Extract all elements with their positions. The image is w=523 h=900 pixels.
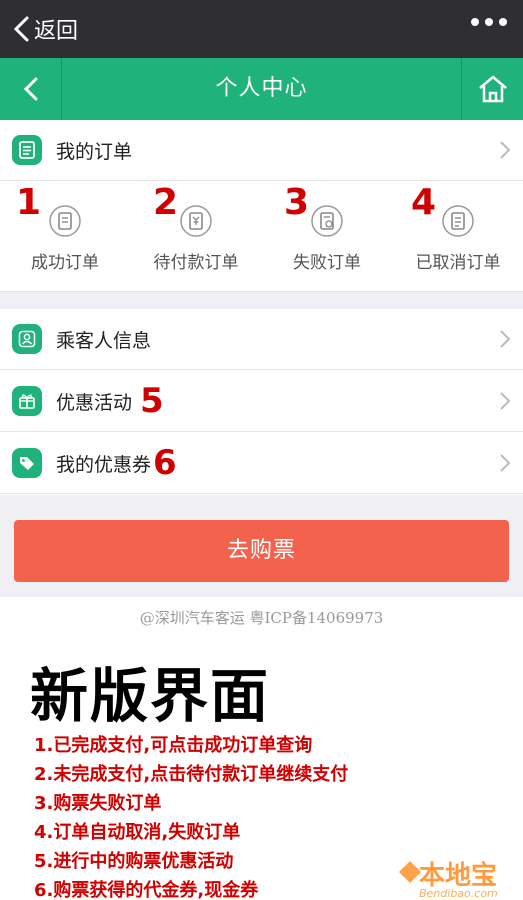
home-icon <box>478 75 507 103</box>
order-failed-label: 失败订单 <box>293 253 361 273</box>
wechat-top-bar: 返回 <box>0 0 523 58</box>
my-orders-row[interactable]: 我的订单 <box>0 120 523 181</box>
success-order-icon <box>49 205 81 237</box>
gift-icon <box>12 386 42 416</box>
failed-order-icon <box>311 205 343 237</box>
menu-item-passengers[interactable]: 乘客人信息 <box>0 309 523 370</box>
menu-item-promotions[interactable]: 优惠活动 5 <box>0 371 523 432</box>
order-pending-label: 待付款订单 <box>153 253 239 273</box>
menu-list: 乘客人信息 优惠活动 5 我的优惠券 6 <box>0 309 523 495</box>
annotation-note: 4.订单自动取消,失败订单 <box>34 822 241 843</box>
orders-section: 我的订单 1 成功订单 2 待付款订单 3 失败订单 4 已取消订单 <box>0 120 523 292</box>
menu-item-label: 优惠活动 <box>56 391 133 414</box>
chevron-right-icon <box>500 454 511 472</box>
annotation-note: 5.进行中的购票优惠活动 <box>34 851 234 872</box>
order-success[interactable]: 1 成功订单 <box>0 182 130 290</box>
chevron-right-icon <box>500 330 511 348</box>
chevron-left-icon <box>23 77 37 101</box>
chevron-right-icon <box>500 141 511 159</box>
menu-item-coupons[interactable]: 我的优惠券 6 <box>0 433 523 494</box>
annotation-number: 4 <box>411 182 437 223</box>
annotation-title: 新版界面 <box>30 662 271 730</box>
footer-text: @深圳汽车客运 粤ICP备14069973 <box>139 609 384 627</box>
annotation-number: 5 <box>140 381 164 421</box>
my-orders-label: 我的订单 <box>56 140 133 163</box>
wechat-back-button[interactable]: 返回 <box>12 12 78 46</box>
order-pending[interactable]: 2 待付款订单 <box>131 182 261 290</box>
order-failed[interactable]: 3 失败订单 <box>262 182 392 290</box>
more-options-icon[interactable] <box>471 18 507 26</box>
order-success-label: 成功订单 <box>31 253 99 273</box>
annotation-number: 6 <box>153 443 177 483</box>
header-back-button[interactable] <box>0 58 62 120</box>
wechat-back-label: 返回 <box>34 19 79 44</box>
order-cancelled[interactable]: 4 已取消订单 <box>393 182 523 290</box>
order-cancelled-label: 已取消订单 <box>415 253 501 273</box>
annotation-note: 3.购票失败订单 <box>34 793 162 814</box>
annotation-note: 1.已完成支付,可点击成功订单查询 <box>34 735 313 756</box>
menu-item-label: 我的优惠券 <box>56 453 152 476</box>
page-title: 个人中心 <box>215 76 308 101</box>
tag-icon <box>12 448 42 478</box>
app-header: 个人中心 <box>0 58 523 120</box>
cancelled-order-icon <box>442 205 474 237</box>
pending-payment-icon <box>180 205 212 237</box>
buy-ticket-button[interactable]: 去购票 <box>14 520 509 582</box>
annotation-note: 6.购票获得的代金券,现金券 <box>34 880 259 900</box>
chevron-left-icon <box>13 16 29 42</box>
order-list-icon <box>12 135 42 165</box>
annotation-note: 2.未完成支付,点击待付款订单继续支付 <box>34 764 349 785</box>
chevron-right-icon <box>500 392 511 410</box>
annotation-number: 3 <box>284 182 310 223</box>
menu-item-label: 乘客人信息 <box>56 329 152 352</box>
watermark-logo: 本地宝 Bendibao.com <box>397 855 517 900</box>
user-icon <box>12 324 42 354</box>
watermark-url: Bendibao.com <box>419 887 498 900</box>
annotation-number: 1 <box>16 182 42 223</box>
annotation-number: 2 <box>153 182 179 223</box>
home-button[interactable] <box>461 58 523 120</box>
annotation-notes: 1.已完成支付,可点击成功订单查询 2.未完成支付,点击待付款订单继续支付 3.… <box>34 731 348 900</box>
